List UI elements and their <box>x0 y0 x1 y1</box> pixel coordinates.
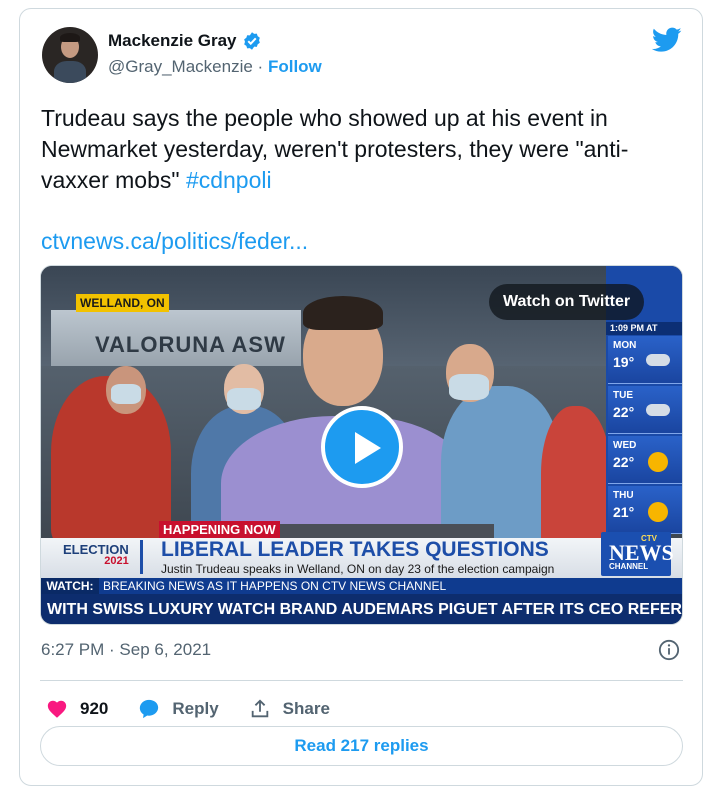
like-count: 920 <box>80 699 109 718</box>
share-button[interactable]: Share <box>249 698 330 720</box>
cloud-icon <box>646 404 670 416</box>
play-icon[interactable] <box>321 406 403 488</box>
weather-day-mon: MON 19° <box>608 336 682 384</box>
weather-day-thu: THU 21° <box>608 486 682 534</box>
weather-day-name: THU <box>613 490 634 501</box>
happening-now-tag: HAPPENING NOW <box>159 521 280 538</box>
weather-day-tue: TUE 22° <box>608 386 682 434</box>
handle-separator: · <box>257 57 264 76</box>
news-banner: ELECTION 2021 LIBERAL LEADER TAKES QUEST… <box>41 538 682 578</box>
election-label: ELECTION 2021 <box>63 542 129 567</box>
weather-temp: 21° <box>613 504 635 520</box>
author-name[interactable]: Mackenzie Gray <box>108 31 237 51</box>
weather-temp: 22° <box>613 454 635 470</box>
ctv-news-logo: CTV NEWS CHANNEL <box>601 532 674 576</box>
info-icon[interactable] <box>658 639 680 661</box>
weather-temp: 19° <box>613 354 635 370</box>
weather-day-wed: WED 22° <box>608 436 682 484</box>
heart-icon <box>47 700 67 718</box>
weather-day-name: MON <box>613 340 637 351</box>
avatar[interactable] <box>42 27 98 83</box>
sun-cloud-icon <box>648 502 668 522</box>
follow-button[interactable]: Follow <box>268 57 322 76</box>
reply-label: Reply <box>172 699 219 718</box>
location-tag: WELLAND, ON <box>76 294 169 312</box>
read-replies-button[interactable]: Read 217 replies <box>40 726 683 766</box>
weather-day-name: WED <box>613 440 637 451</box>
tweet-card: Mackenzie Gray @Gray_Mackenzie · Follow … <box>19 8 703 786</box>
hair-speaker <box>303 296 383 330</box>
network-sub: CHANNEL <box>609 562 649 571</box>
video-player[interactable]: VALORUNA ASW WELLAND, ON 1:09 PM AT MON … <box>40 265 683 625</box>
mask-left <box>111 384 141 404</box>
twitter-bird-icon[interactable] <box>652 27 682 53</box>
news-ticker: WITH SWISS LUXURY WATCH BRAND AUDEMARS P… <box>41 594 682 624</box>
reply-button[interactable]: Reply <box>138 698 219 720</box>
like-button[interactable]: 920 <box>46 698 108 720</box>
weather-time: 1:09 PM AT <box>606 322 682 335</box>
divider <box>40 680 683 681</box>
article-link[interactable]: ctvnews.ca/politics/feder... <box>41 228 308 255</box>
share-label: Share <box>282 699 330 718</box>
tweet-text: Trudeau says the people who showed up at… <box>41 103 691 196</box>
weather-temp: 22° <box>613 404 635 420</box>
weather-day-name: TUE <box>613 390 633 401</box>
news-headline: LIBERAL LEADER TAKES QUESTIONS <box>161 538 549 561</box>
tweet-timestamp[interactable]: 6:27 PM · Sep 6, 2021 <box>41 640 211 660</box>
tweet-body: Trudeau says the people who showed up at… <box>41 105 629 193</box>
share-icon <box>251 699 268 718</box>
action-bar: 920 Reply Share <box>46 689 360 729</box>
verified-badge-icon <box>243 32 260 50</box>
sun-icon <box>648 452 668 472</box>
reply-bubble-icon <box>140 699 159 719</box>
watch-text: BREAKING NEWS AS IT HAPPENS ON CTV NEWS … <box>103 579 447 593</box>
watch-on-twitter-button[interactable]: Watch on Twitter <box>489 284 645 320</box>
mask-center-left <box>227 388 261 410</box>
watch-tag: WATCH: <box>41 578 99 594</box>
author-handle[interactable]: @Gray_Mackenzie <box>108 57 253 76</box>
author-name-row[interactable]: Mackenzie Gray <box>108 31 262 51</box>
author-handle-row: @Gray_Mackenzie · Follow <box>108 57 322 77</box>
watch-bar: WATCH: BREAKING NEWS AS IT HAPPENS ON CT… <box>41 578 682 594</box>
mask-right <box>449 374 489 400</box>
news-subhead: Justin Trudeau speaks in Welland, ON on … <box>161 562 555 576</box>
hashtag-link[interactable]: #cdnpoli <box>186 167 272 193</box>
cloud-icon <box>646 354 670 366</box>
sign-text: VALORUNA ASW <box>95 332 286 357</box>
